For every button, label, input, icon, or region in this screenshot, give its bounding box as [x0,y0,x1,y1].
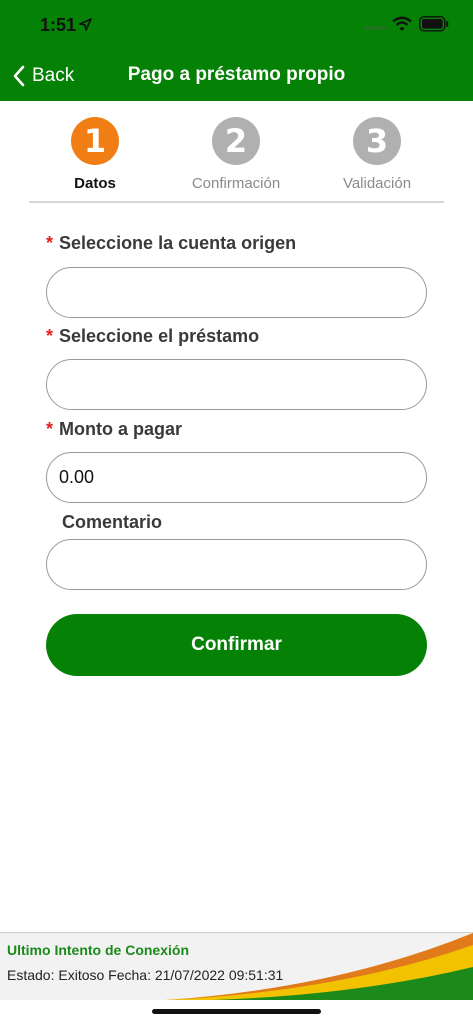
comment-label: Comentario [62,512,163,532]
comment-input[interactable] [46,539,427,590]
loan-select[interactable] [46,359,427,410]
stepper: 1 Datos 2 Confirmación 3 Validación [0,117,473,203]
required-mark: * [46,326,54,346]
stepper-divider [29,201,444,203]
cellular-signal-icon [364,26,385,30]
step-number-2: 2 [212,117,260,165]
step-label-confirmacion: Confirmación [191,175,281,192]
battery-icon [419,16,449,32]
required-mark: * [46,419,54,439]
app-header: 1:51 Back Pago a préstamo propio [0,0,473,101]
step-number-3: 3 [353,117,401,165]
footer-status: Estado: Exitoso Fecha: 21/07/2022 09:51:… [7,967,284,983]
amount-label: * Monto a pagar [46,419,183,439]
confirm-button[interactable]: Confirmar [46,614,427,676]
source-account-select[interactable] [46,267,427,318]
amount-input[interactable] [46,452,427,503]
location-arrow-icon [79,18,92,31]
step-number-1: 1 [71,117,119,165]
step-validacion: 3 Validación [307,117,447,192]
step-datos: 1 Datos [25,117,165,192]
loan-label: * Seleccione el préstamo [46,326,260,346]
step-label-validacion: Validación [342,175,412,192]
page-title: Pago a préstamo propio [127,64,346,85]
home-indicator [152,1009,321,1014]
step-confirmacion: 2 Confirmación [166,117,306,192]
connection-status-footer: Ultimo Intento de Conexión Estado: Exito… [0,932,473,1000]
required-mark: * [46,233,54,253]
footer-title: Ultimo Intento de Conexión [7,942,189,958]
wifi-icon [392,16,412,31]
status-bar: 1:51 [0,0,473,50]
status-time: 1:51 [40,15,77,35]
source-account-label: * Seleccione la cuenta origen [46,233,297,253]
step-label-datos: Datos [74,175,116,192]
